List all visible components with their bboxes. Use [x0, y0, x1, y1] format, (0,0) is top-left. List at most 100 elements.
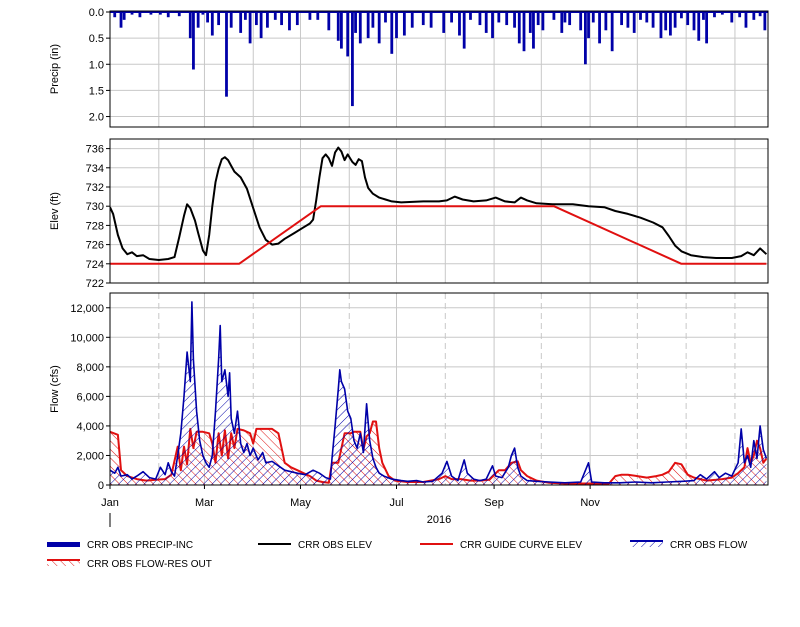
y-tick-label: 736 [86, 144, 104, 156]
precip-bar [752, 12, 756, 20]
y-tick-label: 4,000 [76, 421, 104, 433]
precip-bar [768, 12, 771, 15]
y-tick-label: 0.5 [89, 33, 104, 45]
elevation-grid [109, 139, 768, 284]
precip-bar [243, 12, 247, 20]
x-tick-label: May [290, 497, 311, 509]
precip-bar [377, 12, 381, 44]
precip-bar [763, 12, 767, 31]
precip-bar [697, 12, 701, 41]
flow-panel: 0 2,000 4,000 6,000 8,000 10,000 12,000 Flow (… [49, 292, 769, 492]
precip-bar [669, 12, 672, 36]
precip-bar [484, 12, 488, 33]
hydrograph-chart: 0.0 0.5 1.0 1.5 2.0 Precip (in) 722 724 726 728… [47, 7, 792, 570]
precip-panel: 0.0 0.5 1.0 1.5 2.0 Precip (in) [49, 7, 792, 128]
y-tick-label: 1.0 [89, 59, 104, 71]
y-tick-label: 722 [86, 278, 104, 290]
elevation-y-label: Elev (ft) [49, 192, 61, 230]
precip-bar [225, 12, 228, 97]
precip-bar [421, 12, 425, 26]
precip-bar [206, 12, 209, 23]
precip-bar [692, 12, 696, 31]
elevation-frame [109, 138, 769, 284]
x-tick-label: Mar [195, 497, 214, 509]
elevation-panel: 722 724 726 728 730 732 734 736 Elev (ft) [49, 138, 769, 290]
precip-bar [789, 12, 792, 22]
precip-bar [478, 12, 482, 26]
precip-bar [288, 12, 291, 31]
legend-label: CRR OBS PRECIP-INC [87, 540, 193, 551]
legend-label: CRR OBS ELEV [298, 540, 372, 551]
y-tick-label: 8,000 [76, 362, 104, 374]
y-tick-label: 724 [86, 259, 104, 271]
precip-bar [192, 12, 195, 70]
precip-bar [442, 12, 446, 33]
precip-bar [327, 12, 331, 31]
y-tick-label: 0.0 [89, 7, 104, 19]
precip-bar [651, 12, 655, 28]
precip-bar [639, 12, 642, 20]
precip-bar [316, 12, 320, 20]
precip-bar [659, 12, 663, 39]
precip-bar [210, 12, 214, 36]
precip-bar [351, 12, 354, 107]
precip-bar [384, 12, 387, 23]
precip-bar [560, 12, 564, 33]
precip-bar [254, 12, 258, 26]
precip-bar [517, 12, 521, 44]
precip-bar [239, 12, 243, 33]
precip-bar [266, 12, 269, 28]
flow-areas [110, 301, 768, 485]
precip-bar [563, 12, 567, 23]
precip-bar [620, 12, 624, 26]
precip-bar [610, 12, 614, 52]
x-tick-label: Sep [484, 497, 504, 509]
precip-bar [730, 12, 734, 23]
precip-bar [196, 12, 200, 28]
flow-y-ticks: 0 2,000 4,000 6,000 8,000 10,000 12,000 [70, 303, 110, 492]
precip-bar [462, 12, 466, 49]
x-axis-year-label: 2016 [427, 514, 451, 526]
y-tick-label: 2,000 [76, 450, 104, 462]
y-tick-label: 730 [86, 201, 104, 213]
y-tick-label: 732 [86, 182, 104, 194]
flow-y-label: Flow (cfs) [49, 365, 61, 413]
precip-bar [705, 12, 709, 44]
precip-bar [587, 12, 590, 39]
precip-bar [552, 12, 556, 20]
precip-bar [673, 12, 677, 28]
precip-bar [632, 12, 636, 33]
y-tick-label: 1.5 [89, 85, 104, 97]
legend-label: CRR OBS FLOW [670, 540, 748, 551]
precip-bar [536, 12, 540, 26]
precip-bars [110, 11, 792, 107]
legend-swatch [47, 542, 80, 547]
precip-bar [366, 12, 370, 39]
legend-label: CRR GUIDE CURVE ELEV [460, 540, 582, 551]
y-tick-label: 2.0 [89, 112, 104, 124]
precip-bar [528, 12, 532, 33]
precip-bar [122, 12, 126, 20]
y-tick-label: 10,000 [70, 332, 104, 344]
precip-bar [308, 12, 312, 20]
legend-item: CRR OBS ELEV [258, 540, 372, 551]
precip-bar [491, 12, 494, 39]
precip-bar [469, 12, 472, 20]
y-tick-label: 0 [98, 480, 104, 492]
legend-label: CRR OBS FLOW-RES OUT [87, 559, 212, 570]
x-tick-label: Nov [580, 497, 600, 509]
y-tick-label: 728 [86, 220, 104, 232]
precip-bar [259, 12, 263, 39]
precip-bar [336, 12, 340, 41]
precip-bar [686, 12, 690, 26]
precip-bar [532, 12, 535, 49]
precip-bar [280, 12, 283, 26]
precip-bar [119, 12, 123, 28]
precip-bar [273, 12, 277, 20]
precip-bar [390, 12, 394, 54]
legend-item: CRR OBS FLOW-RES OUT [47, 559, 212, 570]
precip-bar [410, 12, 414, 28]
precip-bar [505, 12, 509, 26]
legend-item: CRR OBS PRECIP-INC [47, 540, 193, 551]
legend: CRR OBS PRECIP-INC CRR OBS ELEV CRR GUIDE … [47, 540, 748, 570]
